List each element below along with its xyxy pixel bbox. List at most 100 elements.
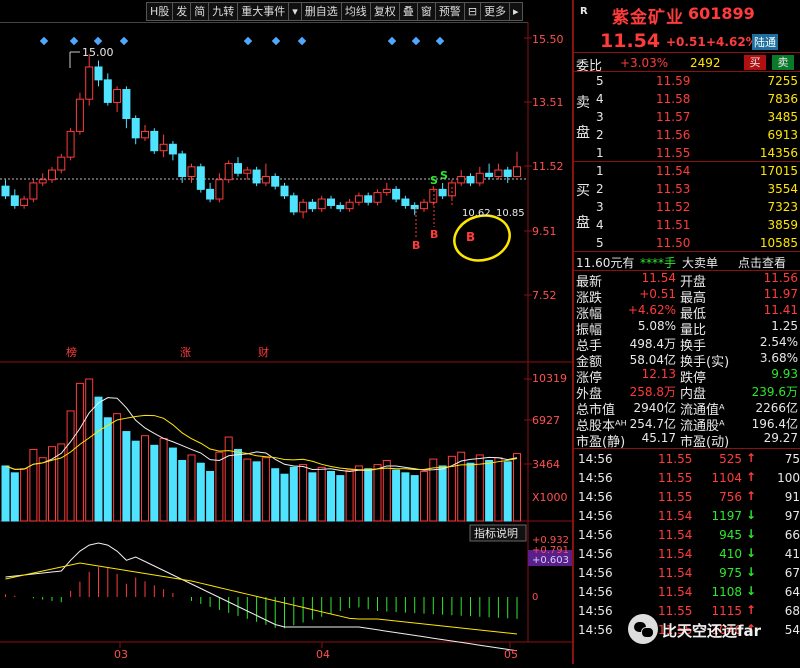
tick-time: 14:56 [578, 471, 613, 485]
candle-body [38, 179, 47, 184]
stat-value: 2940亿 [633, 401, 676, 415]
volume-bar [187, 454, 196, 522]
ask-price: 11.57 [656, 110, 691, 124]
toolbar-btn-14[interactable]: ▸ [510, 2, 523, 21]
toolbar-btn-10[interactable]: 窗 [417, 2, 436, 21]
bid-row[interactable]: 4 11.51 3859 [574, 216, 800, 236]
arrow-down-icon: ↓ [746, 527, 757, 541]
toolbar-btn-2[interactable]: 简 [191, 2, 210, 21]
tick-volume: 410 [719, 547, 742, 561]
tick-count: 64 [784, 585, 800, 599]
arrow-down-icon: ↓ [746, 584, 757, 598]
bid-price: 11.54 [656, 164, 691, 178]
buy-side-label-2: 盘 [576, 215, 590, 231]
toolbar-btn-0[interactable]: H股 [146, 2, 174, 21]
candle-body [141, 130, 149, 139]
price-tick-label: 7.52 [532, 289, 557, 302]
volume-bar [141, 435, 149, 522]
arrow-down-icon: ↓ [746, 546, 757, 560]
candle-body [299, 201, 308, 213]
ask-row[interactable]: 5 11.59 7255 [574, 72, 800, 92]
candle-body [429, 188, 438, 203]
event-diamond-icon [435, 36, 445, 46]
stat-value: 29.27 [763, 431, 798, 445]
tick-row: 14:56 11.54 975 ↓ 67 [574, 564, 800, 584]
tick-volume: 975 [719, 566, 742, 580]
bid-price: 11.52 [656, 200, 691, 214]
ask-price: 11.56 [656, 128, 691, 142]
tick-count: 100 [777, 471, 800, 485]
big-order-row[interactable]: 11.60元有 ****手 大卖单 点击查看 [574, 252, 800, 272]
stat-row: 振幅 5.08% 量比 1.25 [574, 319, 800, 338]
sell-button[interactable]: 卖 [772, 55, 794, 70]
ask-row[interactable]: 2 11.56 6913 [574, 126, 800, 146]
event-diamond-icon [297, 36, 307, 46]
kline-chart-area[interactable]: 15.50 13.51 11.52 9.51 7.52 10319 6927 3464 X100… [0, 22, 572, 664]
kline-chart-svg[interactable]: 15.50 13.51 11.52 9.51 7.52 10319 6927 3464 X100… [0, 22, 572, 664]
ask-level: 4 [596, 92, 604, 106]
ask-volume: 7255 [767, 74, 798, 88]
ask-volume: 7836 [767, 92, 798, 106]
date-label: 03 [114, 648, 128, 661]
candle-body [447, 182, 456, 197]
ask-row[interactable]: 3 11.57 3485 [574, 108, 800, 128]
candle-body [48, 169, 56, 181]
bid-row[interactable]: 3 11.52 7323 [574, 198, 800, 218]
toolbar-btn-1[interactable]: 发 [173, 2, 192, 21]
ask-level: 1 [596, 146, 604, 160]
price-tick-label: 11.52 [532, 160, 564, 173]
big-order-link[interactable]: 点击查看 [738, 254, 786, 271]
stat-row: 金额 58.04亿 换手(实) 3.68% [574, 351, 800, 370]
toolbar-btn-13[interactable]: 更多 [481, 2, 511, 21]
stat-value: 11.97 [763, 287, 798, 301]
tick-price: 11.55 [658, 490, 693, 504]
stat-value: 58.04亿 [629, 353, 676, 367]
toolbar-btn-11[interactable]: 预警 [435, 2, 465, 21]
bid-row[interactable]: 1 11.54 17015 [574, 162, 800, 182]
volume-bar [494, 457, 503, 522]
toolbar-btn-6[interactable]: 删自选 [301, 2, 342, 21]
stat-value: 11.56 [763, 271, 798, 285]
toolbar-btn-8[interactable]: 复权 [370, 2, 400, 21]
sell-signal-label: S [430, 174, 438, 187]
toolbar-btn-9[interactable]: 叠 [399, 2, 418, 21]
buy-button[interactable]: 买 [744, 55, 766, 70]
tick-count: 75 [784, 452, 800, 466]
volume-bar [10, 472, 19, 522]
macd-dif-line [5, 542, 518, 652]
toolbar-btn-4[interactable]: 重大事件 [238, 2, 290, 21]
tick-time: 14:56 [578, 604, 613, 618]
candle-body [345, 201, 354, 210]
ask-volume: 6913 [767, 128, 798, 142]
big-order-price: 11.60元有 [576, 256, 635, 270]
watermark-text: 比天空还远far [662, 622, 762, 640]
stat-row: 最新 11.54 开盘 11.56 [574, 271, 800, 290]
candle-body [252, 169, 261, 184]
stat-value: 12.13 [641, 367, 676, 381]
candle-body [373, 192, 382, 203]
tick-price: 11.54 [658, 585, 693, 599]
weicha-value: 2492 [690, 56, 721, 70]
ask-row[interactable]: 4 11.58 7836 [574, 90, 800, 110]
candle-body [420, 201, 428, 210]
weibi-value: +3.03% [620, 56, 669, 70]
toolbar-btn-12[interactable]: ⊟ [464, 2, 482, 21]
arrow-down-icon: ↓ [746, 565, 757, 579]
bid-volume: 10585 [759, 236, 798, 250]
toolbar-btn-5[interactable]: ▾ [289, 2, 302, 21]
arrow-up-icon: ↑ [746, 451, 757, 465]
bid-volume: 7323 [767, 200, 798, 214]
buy-side-label-1: 买 [576, 183, 590, 199]
price-tick-label: 13.51 [532, 96, 564, 109]
volume-bar [410, 475, 419, 522]
toolbar-btn-3[interactable]: 九转 [209, 2, 239, 21]
candle-body [392, 188, 401, 200]
bid-row[interactable]: 2 11.53 3554 [574, 180, 800, 200]
toolbar-btn-7[interactable]: 均线 [341, 2, 371, 21]
candle-body [187, 166, 196, 177]
volume-bar [289, 466, 298, 522]
stock-code: 601899 [688, 4, 755, 23]
event-label: 榜 [66, 345, 77, 359]
volume-bar [261, 457, 270, 522]
candle-body [485, 172, 494, 177]
